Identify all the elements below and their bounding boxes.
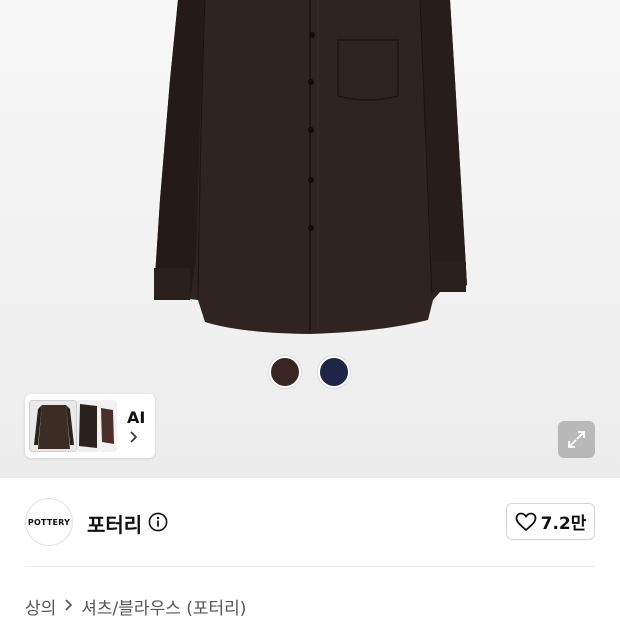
thumbnail-2-image: [79, 404, 97, 448]
info-icon[interactable]: [148, 512, 168, 536]
like-button[interactable]: 7.2만: [506, 503, 595, 540]
breadcrumb-category[interactable]: 상의: [25, 594, 56, 619]
thumbnail-strip[interactable]: AI: [25, 394, 155, 458]
thumbnail-3-image: [101, 408, 114, 444]
like-count: 7.2만: [540, 514, 587, 534]
brand-name[interactable]: 포터리: [87, 509, 142, 538]
expand-button[interactable]: [558, 421, 595, 458]
color-swatch-brown[interactable]: [269, 356, 301, 388]
brand-row: POTTERY 포터리 7.2만: [0, 478, 620, 566]
heart-icon: [515, 512, 537, 531]
thumbnail-1-image: [34, 405, 74, 449]
chevron-right-icon: [64, 598, 73, 616]
chevron-right-icon[interactable]: [129, 430, 139, 448]
breadcrumb: 상의 셔츠/블라우스 (포터리): [25, 594, 246, 619]
thumbnail-2[interactable]: [77, 400, 99, 452]
divider: [25, 566, 595, 567]
expand-icon: [568, 431, 585, 448]
breadcrumb-subcategory[interactable]: 셔츠/블라우스 (포터리): [81, 594, 246, 619]
thumbnail-1[interactable]: [29, 400, 77, 452]
brand-logo[interactable]: POTTERY: [25, 498, 73, 546]
ai-label[interactable]: AI: [127, 408, 145, 427]
color-swatch-navy[interactable]: [318, 356, 350, 388]
brand-logo-text: POTTERY: [27, 517, 71, 527]
thumbnail-3[interactable]: [99, 400, 117, 452]
product-image-gallery[interactable]: AI: [0, 0, 620, 478]
